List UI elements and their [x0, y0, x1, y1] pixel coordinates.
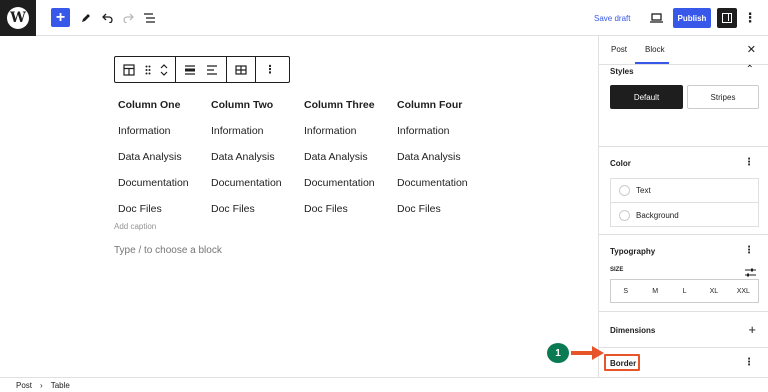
color-swatch-icon [619, 209, 630, 221]
block-inserter-button[interactable]: + [51, 8, 70, 27]
color-background-item[interactable]: Background [611, 203, 758, 227]
default-block-appender[interactable]: Type / to choose a block [114, 245, 222, 256]
breadcrumb-chevron-icon: › [40, 380, 43, 390]
table-cell[interactable]: Data Analysis [114, 151, 207, 163]
color-panel-title: Color [610, 159, 631, 168]
table-cell[interactable]: Doc Files [207, 203, 300, 215]
options-kebab-icon[interactable]: ⋮ [744, 8, 757, 28]
border-panel-title: Border [610, 359, 637, 368]
drag-handle-icon[interactable] [140, 57, 156, 82]
color-swatch-icon [619, 185, 630, 196]
styles-panel: Styles ⌃ Default Stripes [599, 64, 768, 147]
color-panel: Color ⋮ Text Background [599, 147, 768, 235]
block-options-kebab-icon[interactable]: ⋮ [259, 57, 281, 82]
annotation-arrow-icon [571, 346, 604, 360]
font-size-l[interactable]: L [670, 280, 699, 302]
border-panel: Border ⋮ 0 px [599, 348, 768, 378]
publish-button[interactable]: Publish [673, 8, 711, 28]
table-cell[interactable]: Information [393, 125, 486, 137]
table-cell[interactable]: Information [207, 125, 300, 137]
preview-desktop-icon[interactable] [648, 8, 664, 28]
settings-sidebar: Post Block ✕ Styles ⌃ Default Stripes Co… [598, 36, 768, 378]
block-toolbar-group-table [227, 57, 256, 82]
font-size-xxl[interactable]: XXL [729, 280, 758, 302]
active-tab-indicator [635, 62, 669, 64]
font-size-s[interactable]: S [611, 280, 640, 302]
table-header-cell[interactable]: Column Four [393, 99, 486, 111]
table-cell[interactable]: Doc Files [300, 203, 393, 215]
sidebar-tabs: Post Block ✕ [599, 36, 768, 65]
table-header-row: Column One Column Two Column Three Colum… [114, 92, 486, 118]
table-caption-input[interactable]: Add caption [114, 222, 156, 231]
typography-panel: Typography ⋮ SIZE S M L XL XXL [599, 235, 768, 312]
tab-post[interactable]: Post [611, 45, 627, 54]
document-overview-icon[interactable] [143, 8, 157, 28]
add-dimensions-plus-icon[interactable]: + [748, 322, 756, 337]
table-header-cell[interactable]: Column Three [300, 99, 393, 111]
typography-options-kebab-icon[interactable]: ⋮ [744, 245, 754, 256]
table-row: Data Analysis Data Analysis Data Analysi… [114, 144, 486, 170]
breadcrumb-post[interactable]: Post [16, 381, 32, 390]
block-toolbar-group-more: ⋮ [256, 57, 284, 82]
wordpress-logo-letter: W [7, 7, 29, 29]
table-cell[interactable]: Information [114, 125, 207, 137]
undo-icon[interactable] [100, 8, 114, 28]
table-cell[interactable]: Documentation [114, 177, 207, 189]
table-block[interactable]: Column One Column Two Column Three Colum… [114, 92, 486, 222]
font-size-label: SIZE [610, 267, 624, 273]
editor-canvas: ⋮ Column One Column Two Column Three Col… [0, 36, 598, 378]
tab-block[interactable]: Block [645, 45, 665, 54]
color-items-list: Text Background [610, 178, 759, 227]
font-size-picker: S M L XL XXL [610, 279, 759, 303]
dimensions-panel-title: Dimensions [610, 326, 656, 335]
table-header-cell[interactable]: Column One [114, 99, 207, 111]
move-up-down-icon[interactable] [156, 57, 172, 82]
editor-top-bar: W + Save draft Publish ⋮ [0, 0, 768, 36]
table-block-icon[interactable] [118, 57, 140, 82]
color-text-item[interactable]: Text [611, 179, 758, 203]
table-cell[interactable]: Doc Files [114, 203, 207, 215]
settings-sidebar-toggle-button[interactable] [717, 8, 737, 28]
table-row: Doc Files Doc Files Doc Files Doc Files [114, 196, 486, 222]
style-stripes-button[interactable]: Stripes [687, 85, 759, 109]
table-cell[interactable]: Data Analysis [393, 151, 486, 163]
sidebar-panel-icon [722, 13, 732, 23]
table-header-cell[interactable]: Column Two [207, 99, 300, 111]
table-row: Information Information Information Info… [114, 118, 486, 144]
color-options-kebab-icon[interactable]: ⋮ [744, 157, 754, 168]
step-number-badge: 1 [547, 343, 569, 363]
breadcrumb-table[interactable]: Table [51, 381, 70, 390]
table-cell[interactable]: Documentation [207, 177, 300, 189]
block-breadcrumb: Post › Table [0, 377, 768, 392]
style-default-button[interactable]: Default [610, 85, 683, 109]
block-toolbar-group-align [176, 57, 227, 82]
table-cell[interactable]: Documentation [300, 177, 393, 189]
tools-pencil-icon[interactable] [79, 8, 93, 28]
table-cell[interactable]: Data Analysis [207, 151, 300, 163]
dimensions-panel: Dimensions + [599, 312, 768, 348]
table-cell[interactable]: Doc Files [393, 203, 486, 215]
collapse-chevron-up-icon[interactable]: ⌃ [746, 64, 754, 75]
font-size-m[interactable]: M [640, 280, 669, 302]
table-row: Documentation Documentation Documentatio… [114, 170, 486, 196]
color-text-label: Text [636, 186, 651, 195]
table-cell[interactable]: Information [300, 125, 393, 137]
close-sidebar-icon[interactable]: ✕ [747, 43, 756, 56]
font-size-xl[interactable]: XL [699, 280, 728, 302]
block-toolbar: ⋮ [114, 56, 290, 83]
edit-table-icon[interactable] [230, 57, 252, 82]
border-options-kebab-icon[interactable]: ⋮ [744, 357, 754, 368]
table-cell[interactable]: Documentation [393, 177, 486, 189]
styles-panel-title[interactable]: Styles [610, 67, 634, 76]
save-draft-button[interactable]: Save draft [594, 8, 630, 28]
typography-panel-title: Typography [610, 247, 656, 256]
color-background-label: Background [636, 210, 679, 220]
text-align-left-icon[interactable] [201, 57, 223, 82]
wordpress-logo-icon[interactable]: W [0, 0, 36, 36]
redo-icon[interactable] [121, 8, 135, 28]
block-toolbar-group-type [115, 57, 176, 82]
table-cell[interactable]: Data Analysis [300, 151, 393, 163]
align-wide-icon[interactable] [179, 57, 201, 82]
